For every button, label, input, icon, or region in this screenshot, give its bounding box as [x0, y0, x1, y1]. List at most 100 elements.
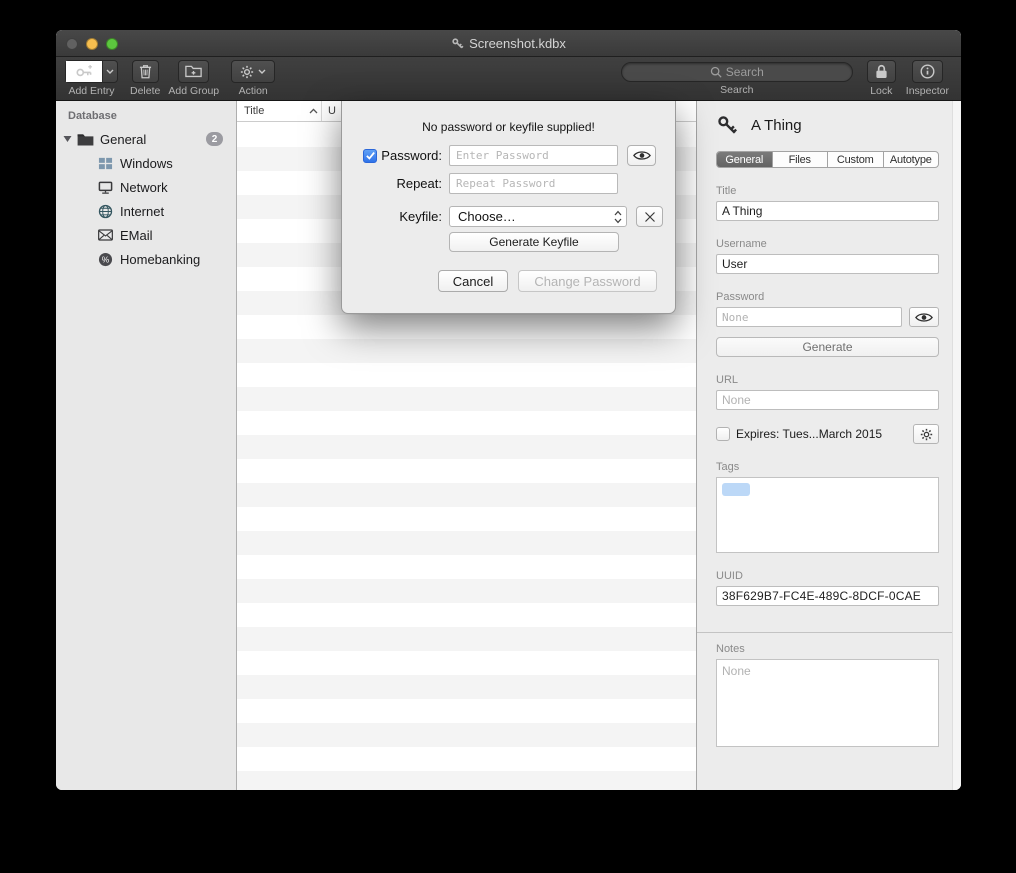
dialog-password-input[interactable]: [449, 145, 618, 166]
tab-files[interactable]: Files: [772, 152, 828, 167]
sidebar-group-general[interactable]: General 2: [56, 127, 236, 151]
expires-label: Expires: Tues...March 2015: [736, 427, 882, 441]
dialog-keyfile-label: Keyfile:: [399, 209, 442, 224]
table-row[interactable]: [237, 315, 696, 339]
x-icon: [644, 211, 656, 223]
generate-keyfile-button[interactable]: Generate Keyfile: [449, 232, 619, 252]
table-row[interactable]: [237, 675, 696, 699]
table-row[interactable]: [237, 699, 696, 723]
sidebar-group-label: General: [100, 132, 146, 147]
table-row[interactable]: [237, 771, 696, 790]
table-row[interactable]: [237, 531, 696, 555]
table-row[interactable]: [237, 603, 696, 627]
title-input[interactable]: [716, 201, 939, 221]
table-row[interactable]: [237, 387, 696, 411]
expires-checkbox[interactable]: [716, 427, 730, 441]
change-password-dialog: No password or keyfile supplied! Passwor…: [341, 101, 676, 314]
table-row[interactable]: [237, 363, 696, 387]
password-checkbox[interactable]: [363, 149, 377, 163]
table-row[interactable]: [237, 483, 696, 507]
sidebar-item-homebanking[interactable]: % Homebanking: [56, 247, 236, 271]
chevron-down-icon[interactable]: [102, 61, 117, 82]
close-button[interactable]: [66, 38, 78, 50]
sidebar-item-internet[interactable]: Internet: [56, 199, 236, 223]
notes-textarea[interactable]: [716, 659, 939, 747]
reveal-dialog-password-button[interactable]: [627, 145, 656, 166]
tab-custom[interactable]: Custom: [827, 152, 883, 167]
lock-label: Lock: [870, 85, 892, 97]
tab-general[interactable]: General: [717, 152, 772, 167]
dialog-password-label: Password:: [381, 148, 442, 163]
eye-icon: [915, 312, 933, 323]
table-row[interactable]: [237, 579, 696, 603]
table-row[interactable]: [237, 411, 696, 435]
folder-plus-icon: [185, 65, 202, 78]
delete-button[interactable]: [132, 60, 159, 83]
reveal-password-button[interactable]: [909, 307, 939, 327]
table-row[interactable]: [237, 507, 696, 531]
keyfile-popup[interactable]: Choose…: [449, 206, 627, 227]
sidebar-item-network[interactable]: Network: [56, 175, 236, 199]
internet-icon: [96, 204, 114, 219]
inspector-scrollbar[interactable]: [952, 101, 961, 790]
sidebar-item-label: EMail: [120, 228, 153, 243]
expires-settings-button[interactable]: [913, 424, 939, 444]
table-row[interactable]: [237, 435, 696, 459]
change-password-button[interactable]: Change Password: [518, 270, 657, 292]
sidebar-item-label: Homebanking: [120, 252, 200, 267]
url-input[interactable]: [716, 390, 939, 410]
tag-chip[interactable]: [722, 483, 750, 496]
uuid-input[interactable]: [716, 586, 939, 606]
search-placeholder: Search: [726, 65, 764, 79]
sidebar-item-email[interactable]: EMail: [56, 223, 236, 247]
minimize-button[interactable]: [86, 38, 98, 50]
generate-button[interactable]: Generate: [716, 337, 939, 357]
inspector-button[interactable]: [912, 60, 943, 83]
entry-title: A Thing: [751, 117, 802, 134]
disclosure-triangle-icon[interactable]: [63, 135, 72, 143]
sidebar-item-label: Windows: [120, 156, 173, 171]
sidebar-item-windows[interactable]: Windows: [56, 151, 236, 175]
username-input[interactable]: [716, 254, 939, 274]
entry-key-icon: [716, 114, 738, 136]
dialog-repeat-input[interactable]: [449, 173, 618, 194]
svg-text:%: %: [101, 254, 109, 264]
info-icon: [920, 64, 935, 79]
column-title[interactable]: Title: [237, 101, 321, 121]
lock-button[interactable]: [867, 60, 896, 83]
table-row[interactable]: [237, 555, 696, 579]
network-icon: [96, 180, 114, 195]
search-field[interactable]: Search: [621, 62, 853, 82]
table-row[interactable]: [237, 339, 696, 363]
sidebar-header: Database: [68, 110, 236, 122]
table-row[interactable]: [237, 747, 696, 771]
table-row[interactable]: [237, 651, 696, 675]
inspector-divider: [697, 632, 961, 633]
action-label: Action: [239, 85, 268, 97]
dialog-message: No password or keyfile supplied!: [342, 120, 675, 134]
search-label: Search: [720, 84, 753, 96]
table-row[interactable]: [237, 459, 696, 483]
add-entry-button[interactable]: [65, 60, 118, 83]
search-icon: [710, 66, 722, 78]
chevron-down-icon: [258, 69, 266, 74]
check-icon: [365, 150, 376, 161]
tab-autotype[interactable]: Autotype: [883, 152, 939, 167]
add-group-button[interactable]: [178, 60, 209, 83]
action-button[interactable]: [231, 60, 275, 83]
key-plus-icon: [66, 61, 102, 82]
title-label: Title: [716, 185, 939, 197]
cancel-button[interactable]: Cancel: [438, 270, 508, 292]
toolbar: Add Entry Delete Add Group Action Searc: [56, 57, 961, 101]
table-row[interactable]: [237, 723, 696, 747]
clear-keyfile-button[interactable]: [636, 206, 663, 227]
add-group-label: Add Group: [168, 85, 219, 97]
password-field-input[interactable]: [716, 307, 902, 327]
gear-icon: [240, 65, 254, 79]
folder-icon: [76, 133, 94, 146]
document-icon: [451, 37, 464, 50]
dialog-repeat-label: Repeat:: [396, 176, 442, 191]
tags-box[interactable]: [716, 477, 939, 553]
table-row[interactable]: [237, 627, 696, 651]
zoom-button[interactable]: [106, 38, 118, 50]
